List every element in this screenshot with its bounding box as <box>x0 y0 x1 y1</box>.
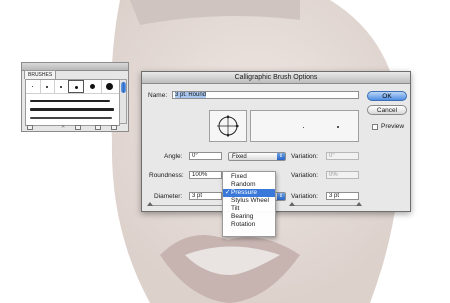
dialog-title[interactable]: Calligraphic Brush Options <box>142 72 410 84</box>
menu-item-bearing[interactable]: Bearing <box>223 213 275 221</box>
checkmark-icon: ✓ <box>225 189 231 196</box>
brush-swatch[interactable] <box>101 80 118 93</box>
calligraphic-brush-options-dialog: Calligraphic Brush Options Name: 3 pt. R… <box>141 71 411 212</box>
diameter-input[interactable]: 3 pt <box>189 192 222 200</box>
brushes-panel: BRUSHES ✕ <box>21 62 129 132</box>
brush-size-preview <box>250 110 359 142</box>
diameter-variation-label: Variation: <box>291 193 318 200</box>
chevron-updown-icon: ⇕ <box>277 153 285 160</box>
diameter-slider-thumb[interactable] <box>147 202 153 206</box>
menu-item-label: Rotation <box>231 221 256 228</box>
brush-swatch[interactable] <box>26 80 41 93</box>
angle-mode-value: Fixed <box>232 154 247 160</box>
menu-item-random[interactable]: Random <box>223 181 275 189</box>
angle-label: Angle: <box>164 153 183 160</box>
roundness-input[interactable]: 100% <box>189 171 222 179</box>
menu-item-label: Pressure <box>231 189 258 196</box>
diameter-label: Diameter: <box>154 193 183 200</box>
brush-stroke-sample[interactable] <box>30 117 112 119</box>
brush-scrollbar[interactable] <box>119 79 127 124</box>
variation-slider-thumb[interactable] <box>289 202 295 206</box>
menu-item-rotation[interactable]: Rotation <box>223 221 275 229</box>
menu-item-stylus-wheel[interactable]: Stylus Wheel <box>223 197 275 205</box>
brush-tip-preview <box>217 115 239 137</box>
brush-stroke-sample[interactable] <box>30 108 114 111</box>
trash-icon[interactable] <box>111 125 117 130</box>
chevron-updown-icon: ⇕ <box>277 193 285 200</box>
angle-roundness-widget[interactable] <box>209 110 247 142</box>
angle-input[interactable]: 0° <box>189 152 222 160</box>
panel-bottom-bar: ✕ <box>25 125 125 131</box>
diameter-slider-track[interactable] <box>148 205 223 206</box>
angle-mode-select[interactable]: Fixed ⇕ <box>228 152 286 161</box>
menu-item-label: Fixed <box>231 173 247 180</box>
variation-slider-track[interactable] <box>291 205 359 206</box>
options-icon[interactable] <box>75 125 81 130</box>
name-value: 3 pt. Round <box>175 92 207 98</box>
roundness-label: Roundness: <box>149 172 184 179</box>
brush-swatch[interactable] <box>54 80 69 93</box>
brush-swatch[interactable] <box>84 80 102 93</box>
remove-stroke-icon[interactable]: ✕ <box>61 125 67 130</box>
brush-well <box>25 79 120 126</box>
new-brush-icon[interactable] <box>95 125 101 130</box>
diameter-variation-input[interactable]: 3 pt <box>326 192 359 200</box>
name-field[interactable]: 3 pt. Round <box>172 91 359 99</box>
mode-dropdown-menu: Fixed Random ✓ Pressure Stylus Wheel Tilt… <box>222 171 276 237</box>
preview-checkbox[interactable] <box>372 124 378 130</box>
preview-label: Preview <box>381 123 405 130</box>
angle-variation-input[interactable]: 0° <box>326 152 359 160</box>
menu-item-label: Bearing <box>231 213 254 220</box>
ok-button[interactable]: OK <box>367 91 407 101</box>
brush-swatch-selected[interactable] <box>68 80 84 93</box>
roundness-variation-input[interactable]: 0% <box>326 171 359 179</box>
angle-variation-label: Variation: <box>291 153 318 160</box>
brush-stroke-sample[interactable] <box>30 100 110 102</box>
brush-swatch[interactable] <box>40 80 55 93</box>
cancel-button[interactable]: Cancel <box>367 105 407 115</box>
menu-item-label: Tilt <box>231 205 240 212</box>
menu-item-label: Stylus Wheel <box>231 197 269 204</box>
brush-library-icon[interactable] <box>27 125 33 130</box>
menu-item-label: Random <box>231 181 256 188</box>
menu-item-tilt[interactable]: Tilt <box>223 205 275 213</box>
variation-slider-thumb[interactable] <box>356 202 362 206</box>
name-label: Name: <box>148 92 168 99</box>
tab-brushes[interactable]: BRUSHES <box>24 70 57 79</box>
menu-item-pressure[interactable]: ✓ Pressure <box>223 189 275 197</box>
roundness-variation-label: Variation: <box>291 172 318 179</box>
scroll-thumb[interactable] <box>121 82 126 93</box>
menu-item-fixed[interactable]: Fixed <box>223 173 275 181</box>
